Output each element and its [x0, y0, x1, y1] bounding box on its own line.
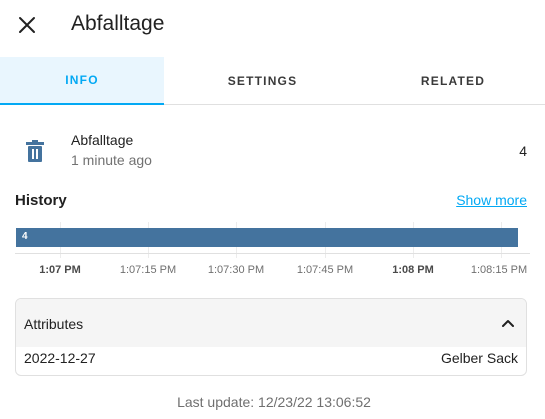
tab-related[interactable]: RELATED [361, 57, 545, 104]
attributes-title: Attributes [24, 316, 84, 332]
attribute-key: 2022-12-27 [24, 350, 96, 366]
dialog-title: Abfalltage [71, 12, 165, 35]
entity-state: 4 [519, 143, 527, 159]
attribute-value: Gelber Sack [440, 350, 518, 366]
entity-last-changed: 1 minute ago [71, 152, 152, 168]
timeline-axis [15, 253, 530, 254]
close-button[interactable] [12, 10, 42, 40]
tab-info[interactable]: INFO [0, 57, 164, 105]
dialog-header: Abfalltage [0, 0, 545, 52]
history-timeline: 4 1:07 PM 1:07:15 PM 1:07:30 PM 1:07:45 … [15, 222, 530, 284]
show-more-link[interactable]: Show more [456, 192, 527, 208]
timeline-tick-label: 1:08:15 PM [470, 264, 528, 276]
close-icon [19, 17, 35, 33]
timeline-tick-label: 1:07:45 PM [296, 264, 354, 276]
timeline-segment[interactable]: 4 [16, 228, 518, 247]
tab-bar: INFO SETTINGS RELATED [0, 57, 545, 105]
last-update-text: Last update: 12/23/22 13:06:52 [177, 394, 371, 410]
timeline-tick-label: 1:07 PM [39, 264, 81, 276]
timeline-tick-label: 1:07:30 PM [207, 264, 265, 276]
attributes-panel: Attributes 2022-12-27 Gelber Sack [15, 298, 527, 376]
timeline-tick-label: 1:07:15 PM [119, 264, 177, 276]
tab-settings[interactable]: SETTINGS [164, 57, 361, 104]
entity-name: Abfalltage [71, 132, 134, 148]
timeline-tick-label: 1:08 PM [392, 264, 434, 276]
chevron-up-icon [502, 320, 514, 327]
history-heading: History [15, 192, 67, 209]
attributes-expander[interactable]: Attributes [16, 299, 526, 347]
entity-row: Abfalltage 1 minute ago 4 [15, 128, 530, 172]
trash-can-icon [26, 140, 44, 162]
timeline-segment-label: 4 [22, 231, 28, 242]
